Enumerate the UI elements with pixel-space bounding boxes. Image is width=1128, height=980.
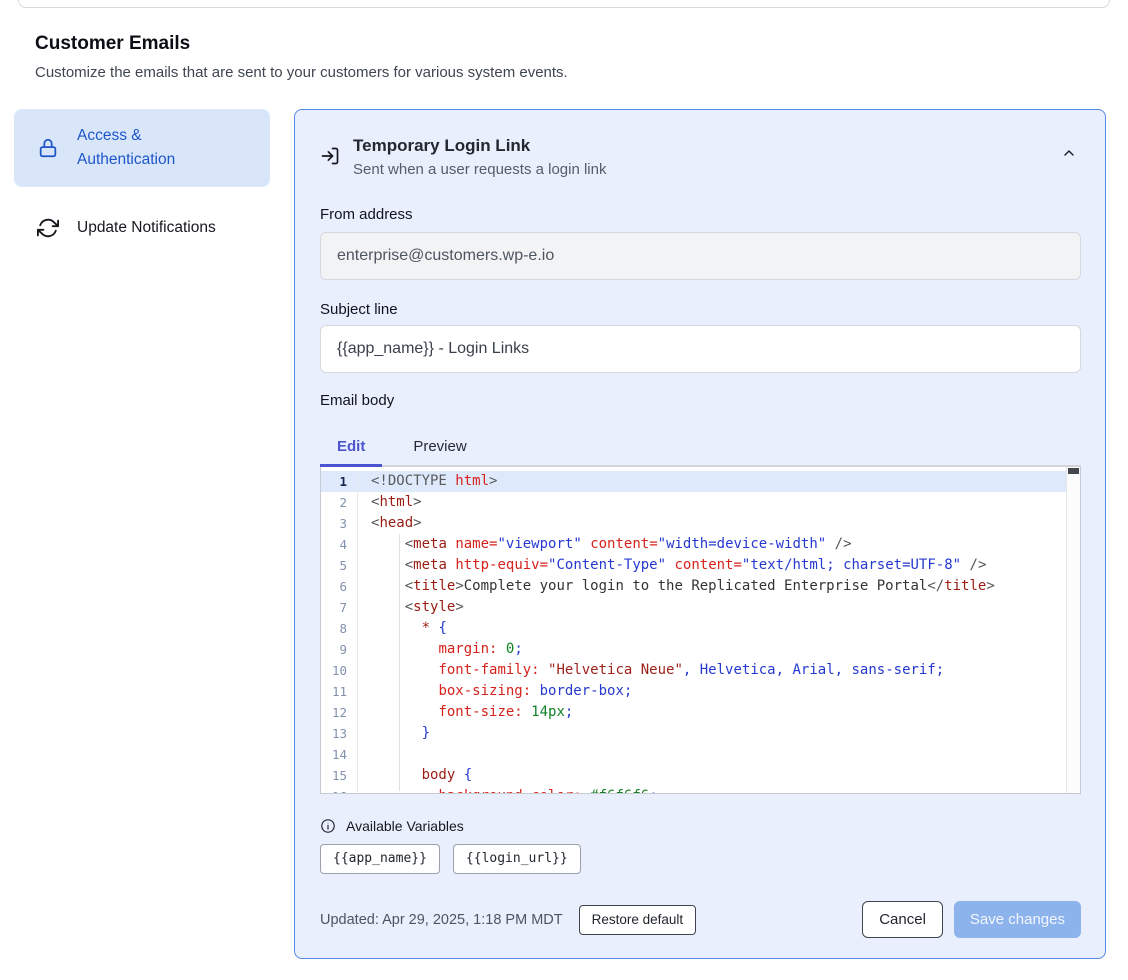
chevron-up-icon — [1061, 145, 1077, 164]
available-variables-label: Available Variables — [346, 818, 464, 834]
refresh-icon — [37, 217, 59, 239]
log-in-icon — [320, 146, 340, 166]
line-number: 15 — [321, 765, 358, 786]
main-layout: Access & Authentication Update Notificat… — [14, 109, 1106, 959]
code-line[interactable]: 14 — [321, 744, 1080, 765]
line-number: 10 — [321, 660, 358, 681]
code-editor[interactable]: 1<!DOCTYPE html>2<html>3<head>4 <meta na… — [320, 467, 1081, 794]
variable-chips: {{app_name}} {{login_url}} — [320, 844, 1081, 874]
restore-default-button[interactable]: Restore default — [579, 905, 697, 935]
line-number: 12 — [321, 702, 358, 723]
code-line[interactable]: 6 <title>Complete your login to the Repl… — [321, 576, 1080, 597]
from-address-label: From address — [320, 206, 1081, 223]
panel-subtitle: Sent when a user requests a login link — [353, 161, 1057, 178]
line-number: 2 — [321, 492, 358, 513]
line-number: 9 — [321, 639, 358, 660]
save-changes-button[interactable]: Save changes — [954, 901, 1081, 938]
code-line[interactable]: 8 * { — [321, 618, 1080, 639]
tab-preview[interactable]: Preview — [396, 429, 483, 467]
code-line[interactable]: 7 <style> — [321, 597, 1080, 618]
code-line[interactable]: 2<html> — [321, 492, 1080, 513]
code-line[interactable]: 4 <meta name="viewport" content="width=d… — [321, 534, 1080, 555]
page-title: Customer Emails — [35, 33, 1128, 55]
editor-scrollbar-thumb[interactable] — [1068, 468, 1079, 474]
line-number: 3 — [321, 513, 358, 534]
code-line[interactable]: 11 box-sizing: border-box; — [321, 681, 1080, 702]
code-line[interactable]: 1<!DOCTYPE html> — [321, 471, 1080, 492]
collapse-button[interactable] — [1057, 142, 1081, 166]
line-number: 4 — [321, 534, 358, 555]
sidebar-item-update-notifications[interactable]: Update Notifications — [14, 204, 270, 252]
previous-card-bottom-edge — [18, 0, 1110, 8]
email-body-tabs: Edit Preview — [320, 429, 1081, 467]
line-number: 13 — [321, 723, 358, 744]
cancel-button[interactable]: Cancel — [862, 901, 943, 938]
editor-scrollbar[interactable] — [1066, 467, 1080, 793]
code-line[interactable]: 12 font-size: 14px; — [321, 702, 1080, 723]
line-number: 7 — [321, 597, 358, 618]
code-line[interactable]: 13 } — [321, 723, 1080, 744]
sidebar-item-label: Access & Authentication — [77, 124, 207, 172]
info-icon — [320, 818, 336, 834]
sidebar: Access & Authentication Update Notificat… — [14, 109, 270, 252]
variable-chip[interactable]: {{login_url}} — [453, 844, 581, 874]
available-variables-row: Available Variables — [320, 818, 1081, 834]
code-line[interactable]: 9 margin: 0; — [321, 639, 1080, 660]
line-number: 8 — [321, 618, 358, 639]
updated-timestamp: Updated: Apr 29, 2025, 1:18 PM MDT — [320, 912, 563, 928]
line-number: 14 — [321, 744, 358, 765]
email-body-label: Email body — [320, 392, 1081, 409]
code-line[interactable]: 10 font-family: "Helvetica Neue", Helvet… — [321, 660, 1080, 681]
line-number: 1 — [321, 471, 358, 492]
lock-icon — [37, 137, 59, 159]
page-subtitle: Customize the emails that are sent to yo… — [35, 64, 1128, 81]
code-line[interactable]: 16 background-color: #f6f6f6; — [321, 786, 1080, 794]
variable-chip[interactable]: {{app_name}} — [320, 844, 440, 874]
line-number: 6 — [321, 576, 358, 597]
line-number: 11 — [321, 681, 358, 702]
from-address-input — [320, 232, 1081, 280]
line-number: 5 — [321, 555, 358, 576]
code-line[interactable]: 15 body { — [321, 765, 1080, 786]
subject-line-label: Subject line — [320, 301, 1081, 318]
line-number: 16 — [321, 786, 358, 794]
sidebar-item-label: Update Notifications — [77, 216, 216, 240]
sidebar-item-access-authentication[interactable]: Access & Authentication — [14, 109, 270, 187]
code-line[interactable]: 5 <meta http-equiv="Content-Type" conten… — [321, 555, 1080, 576]
subject-line-input[interactable] — [320, 325, 1081, 373]
tab-edit[interactable]: Edit — [320, 429, 382, 467]
panel-title: Temporary Login Link — [353, 134, 1057, 158]
code-line[interactable]: 3<head> — [321, 513, 1080, 534]
code-editor-lines: 1<!DOCTYPE html>2<html>3<head>4 <meta na… — [321, 471, 1080, 794]
email-template-panel: Temporary Login Link Sent when a user re… — [294, 109, 1106, 959]
panel-footer: Updated: Apr 29, 2025, 1:18 PM MDT Resto… — [320, 901, 1081, 938]
panel-header: Temporary Login Link Sent when a user re… — [320, 134, 1081, 178]
